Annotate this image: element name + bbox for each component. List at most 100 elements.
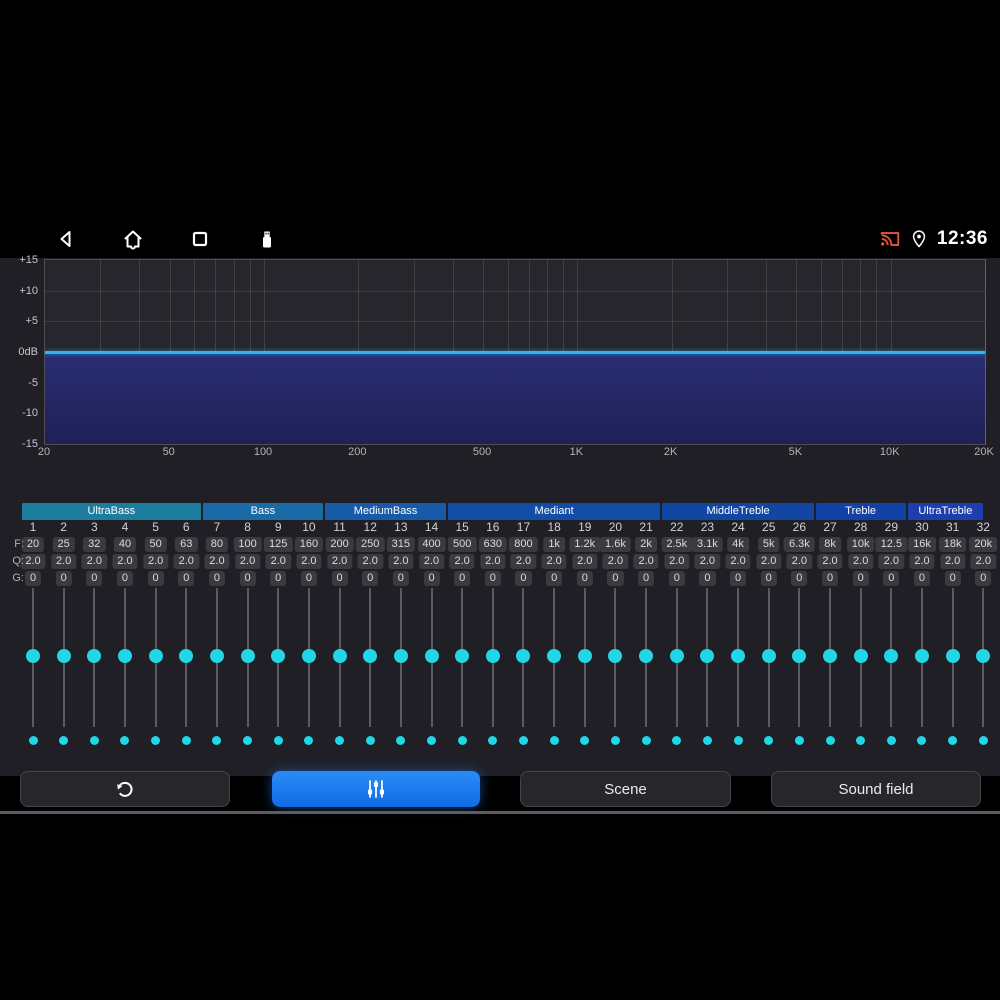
band-slider-thumb[interactable] bbox=[301, 649, 316, 663]
band-q-value: 2.0 bbox=[848, 554, 874, 569]
band-frequency-value: 80 bbox=[205, 537, 229, 552]
band-slider-thumb[interactable] bbox=[731, 649, 746, 663]
band-slider-thumb[interactable] bbox=[945, 649, 960, 663]
band-indicator-dot bbox=[978, 736, 988, 745]
band-number: 8 bbox=[244, 520, 251, 534]
band-q-value: 2.0 bbox=[142, 554, 169, 569]
band-q-value: 2.0 bbox=[357, 554, 383, 569]
band-number: 28 bbox=[853, 520, 868, 534]
band-slider-thumb[interactable] bbox=[271, 649, 286, 663]
sound-field-button[interactable]: Sound field bbox=[771, 771, 981, 807]
home-icon[interactable] bbox=[121, 227, 145, 251]
band-slider-thumb[interactable] bbox=[761, 649, 776, 663]
freq-axis-label: 20 bbox=[37, 446, 51, 458]
band-q-value: 2.0 bbox=[786, 554, 813, 569]
band-gain-value: 0 bbox=[729, 571, 747, 586]
band-frequency-value: 2k bbox=[635, 537, 657, 552]
band-slider-thumb[interactable] bbox=[547, 649, 562, 663]
band-indicator-dot bbox=[28, 736, 38, 745]
band-indicator-dot bbox=[427, 736, 436, 745]
band-slider-thumb[interactable] bbox=[117, 649, 132, 663]
band-gain-value: 0 bbox=[852, 571, 869, 586]
band-gain-value: 0 bbox=[239, 571, 256, 586]
band-slider-thumb[interactable] bbox=[26, 649, 40, 663]
band-slider-thumb[interactable] bbox=[148, 649, 163, 663]
band-slider-thumb[interactable] bbox=[884, 649, 899, 663]
band-slider-thumb[interactable] bbox=[56, 649, 71, 663]
band-q-value: 2.0 bbox=[633, 554, 659, 569]
band-slider-thumb[interactable] bbox=[516, 649, 531, 663]
band-indicator-dot bbox=[794, 736, 804, 745]
band-gain-value: 0 bbox=[913, 571, 931, 586]
band-slider-thumb[interactable] bbox=[639, 649, 654, 663]
band-number: 5 bbox=[152, 520, 159, 534]
band-number: 32 bbox=[976, 520, 990, 534]
band-slider-thumb[interactable] bbox=[577, 649, 592, 663]
band-number: 7 bbox=[213, 520, 221, 534]
band-slider-thumb[interactable] bbox=[608, 649, 623, 663]
freq-axis-label: 20K bbox=[974, 446, 994, 458]
band-slider-thumb[interactable] bbox=[823, 649, 838, 663]
band-indicator-dot bbox=[610, 736, 620, 745]
band-number: 4 bbox=[121, 520, 129, 534]
eq-frequency-response-chart bbox=[44, 259, 986, 445]
band-slider-thumb[interactable] bbox=[914, 649, 929, 663]
eq-sliders-icon bbox=[367, 780, 385, 798]
band-slider-thumb[interactable] bbox=[240, 649, 255, 663]
band-group-header: Bass bbox=[202, 503, 324, 520]
band-frequency-value: 125 bbox=[264, 537, 293, 552]
band-indicator-dot bbox=[396, 736, 406, 745]
band-indicator-dot bbox=[273, 736, 283, 745]
db-axis-label: -10 bbox=[22, 407, 38, 420]
band-number: 10 bbox=[302, 520, 316, 534]
band-number: 29 bbox=[884, 520, 899, 534]
band-group-header: Mediant bbox=[447, 503, 661, 520]
band-indicator-dot bbox=[335, 736, 345, 745]
reset-button[interactable] bbox=[20, 771, 230, 807]
band-group-header: MiddleTreble bbox=[662, 503, 814, 520]
band-number: 9 bbox=[274, 520, 282, 534]
band-slider-thumb[interactable] bbox=[700, 649, 715, 663]
band-indicator-dot bbox=[243, 736, 253, 745]
band-slider-thumb[interactable] bbox=[179, 649, 194, 663]
freq-axis-label: 500 bbox=[472, 446, 492, 458]
band-slider-thumb[interactable] bbox=[209, 649, 224, 663]
band-number: 26 bbox=[792, 520, 807, 534]
band-slider-thumb[interactable] bbox=[424, 649, 439, 663]
band-indicator-dot bbox=[886, 736, 896, 745]
band-frequency-value: 1k bbox=[543, 537, 565, 552]
back-icon[interactable] bbox=[54, 227, 78, 251]
band-gain-value: 0 bbox=[944, 571, 961, 586]
band-number: 1 bbox=[29, 520, 37, 534]
band-number: 21 bbox=[639, 520, 653, 534]
band-slider-thumb[interactable] bbox=[332, 649, 347, 663]
db-axis-label: +15 bbox=[19, 254, 38, 266]
band-slider-thumb[interactable] bbox=[792, 649, 807, 663]
usb-drive-icon[interactable] bbox=[255, 227, 279, 251]
band-frequency-value: 800 bbox=[509, 537, 538, 552]
db-axis-label: -5 bbox=[28, 376, 38, 389]
band-slider-thumb[interactable] bbox=[853, 649, 868, 663]
status-bar: 12:36 bbox=[0, 220, 1000, 258]
band-slider-thumb[interactable] bbox=[455, 649, 470, 663]
band-slider-thumb[interactable] bbox=[393, 649, 408, 663]
equalizer-button[interactable] bbox=[272, 771, 480, 807]
band-slider-thumb[interactable] bbox=[976, 649, 991, 663]
band-indicator-dot bbox=[733, 736, 743, 745]
band-slider-thumb[interactable] bbox=[87, 649, 102, 663]
band-group-header: MediumBass bbox=[325, 503, 446, 520]
band-slider-thumb[interactable] bbox=[485, 649, 500, 663]
band-q-value: 2.0 bbox=[388, 554, 414, 569]
freq-axis-label: 50 bbox=[162, 446, 175, 458]
band-number: 15 bbox=[455, 520, 469, 534]
band-gain-value: 0 bbox=[668, 571, 685, 586]
freq-axis-label: 200 bbox=[348, 446, 367, 458]
band-slider-thumb[interactable] bbox=[669, 649, 684, 663]
band-indicator-dot bbox=[365, 736, 375, 745]
band-gain-value: 0 bbox=[270, 571, 287, 586]
scene-button[interactable]: Scene bbox=[520, 771, 731, 807]
band-number: 20 bbox=[608, 520, 623, 534]
band-q-value: 2.0 bbox=[878, 554, 904, 569]
band-slider-thumb[interactable] bbox=[363, 649, 378, 663]
recents-icon[interactable] bbox=[188, 227, 212, 251]
